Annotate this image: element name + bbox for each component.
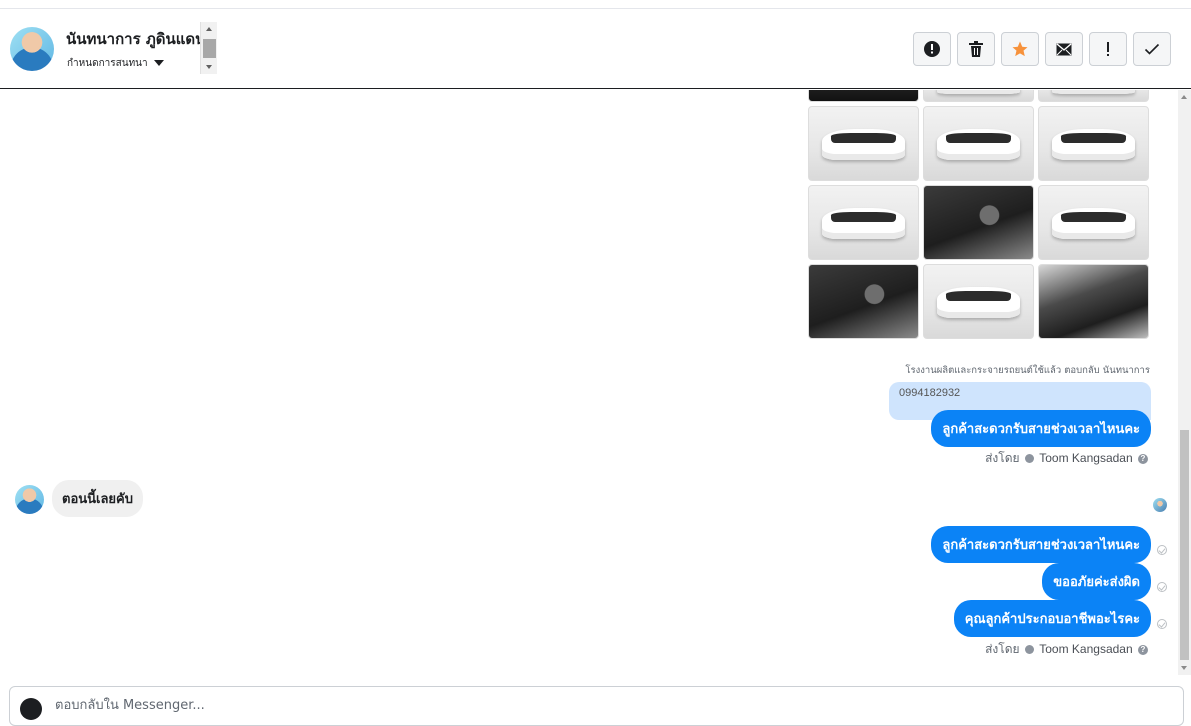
thread-scrollbar[interactable] <box>1178 90 1191 675</box>
sender-name[interactable]: Toom Kangsadan <box>1039 642 1132 656</box>
emoji-icon[interactable] <box>20 698 42 720</box>
agent-status-icon <box>1024 645 1034 655</box>
star-button[interactable] <box>1001 32 1039 66</box>
agent-status-icon <box>1024 454 1034 464</box>
photo-attachment-grid <box>808 90 1149 339</box>
scrollbar-thumb[interactable] <box>203 39 216 58</box>
sent-by-line: ส่งโดย Toom Kangsadan ? <box>985 449 1150 468</box>
mark-unread-button[interactable] <box>1045 32 1083 66</box>
scroll-up-arrow-icon[interactable] <box>1181 95 1187 99</box>
contact-name[interactable]: นันทนาการ ภูดินแดน <box>66 27 205 51</box>
contact-avatar-small[interactable] <box>15 485 44 514</box>
mark-done-button[interactable] <box>1133 32 1171 66</box>
car-photo[interactable] <box>808 106 919 181</box>
follow-up-button[interactable] <box>1089 32 1127 66</box>
car-photo[interactable] <box>1038 106 1149 181</box>
outgoing-message-bubble[interactable]: ลูกค้าสะดวกรับสายช่วงเวลาไหนคะ <box>931 526 1151 563</box>
sent-by-label: ส่งโดย <box>985 642 1020 656</box>
scroll-down-arrow-icon[interactable] <box>206 65 212 69</box>
car-interior-photo[interactable] <box>923 185 1034 260</box>
spam-report-button[interactable] <box>913 32 951 66</box>
incoming-message-bubble[interactable]: ตอนนี้เลยคับ <box>52 480 143 517</box>
outgoing-message-bubble[interactable]: คุณลูกค้าประกอบอาชีพอะไรคะ <box>953 600 1151 637</box>
car-photo[interactable] <box>923 106 1034 181</box>
message-thread[interactable]: โรงงานผลิตและกระจายรถยนต์ใช้แล้ว ตอบกลับ… <box>0 90 1178 675</box>
car-interior-photo[interactable] <box>808 264 919 339</box>
sender-name[interactable]: Toom Kangsadan <box>1039 451 1132 465</box>
delete-button[interactable] <box>957 32 995 66</box>
sent-check-icon <box>1157 545 1167 555</box>
sent-check-icon <box>1157 619 1167 629</box>
scroll-up-arrow-icon[interactable] <box>206 27 212 31</box>
conversation-header: นันทนาการ ภูดินแดน กำหนดการสนทนา <box>0 9 1191 89</box>
photo-caption: โรงงานผลิตและกระจายรถยนต์ใช้แล้ว ตอบกลับ… <box>905 365 1150 376</box>
car-photo[interactable] <box>808 90 919 102</box>
alert-circle-icon <box>924 41 940 57</box>
contact-avatar[interactable] <box>10 27 54 71</box>
star-icon <box>1012 41 1028 57</box>
car-photo[interactable] <box>923 264 1034 339</box>
checkmark-icon <box>1144 43 1160 55</box>
car-photo[interactable] <box>808 185 919 260</box>
help-icon[interactable]: ? <box>1138 453 1148 464</box>
car-photo[interactable] <box>923 90 1034 102</box>
conversation-settings-dropdown[interactable]: กำหนดการสนทนา <box>67 56 164 71</box>
car-interior-photo[interactable] <box>1038 264 1149 339</box>
reply-input[interactable] <box>53 697 553 714</box>
name-scrollbar[interactable] <box>200 22 217 74</box>
outgoing-message-bubble[interactable]: ขออภัยค่ะส่งผิด <box>1042 563 1151 600</box>
conversation-settings-label: กำหนดการสนทนา <box>67 58 148 69</box>
exclamation-icon <box>1107 42 1109 56</box>
conversation-toolbar <box>913 32 1171 66</box>
scrollbar-thumb[interactable] <box>1180 430 1189 660</box>
sent-check-icon <box>1157 582 1167 592</box>
caret-down-icon <box>153 60 164 66</box>
car-photo[interactable] <box>1038 90 1149 102</box>
reply-composer <box>9 686 1184 726</box>
car-photo[interactable] <box>1038 185 1149 260</box>
scroll-down-arrow-icon[interactable] <box>1181 666 1187 670</box>
outgoing-message-bubble[interactable]: ลูกค้าสะดวกรับสายช่วงเวลาไหนคะ <box>931 410 1151 447</box>
seen-avatar-icon <box>1153 498 1167 512</box>
quoted-phone-number: 0994182932 <box>899 387 961 399</box>
help-icon[interactable]: ? <box>1138 644 1148 655</box>
sent-by-line: ส่งโดย Toom Kangsadan ? <box>985 640 1150 659</box>
sent-by-label: ส่งโดย <box>985 451 1020 465</box>
envelope-icon <box>1056 42 1072 55</box>
trash-icon <box>969 41 983 57</box>
